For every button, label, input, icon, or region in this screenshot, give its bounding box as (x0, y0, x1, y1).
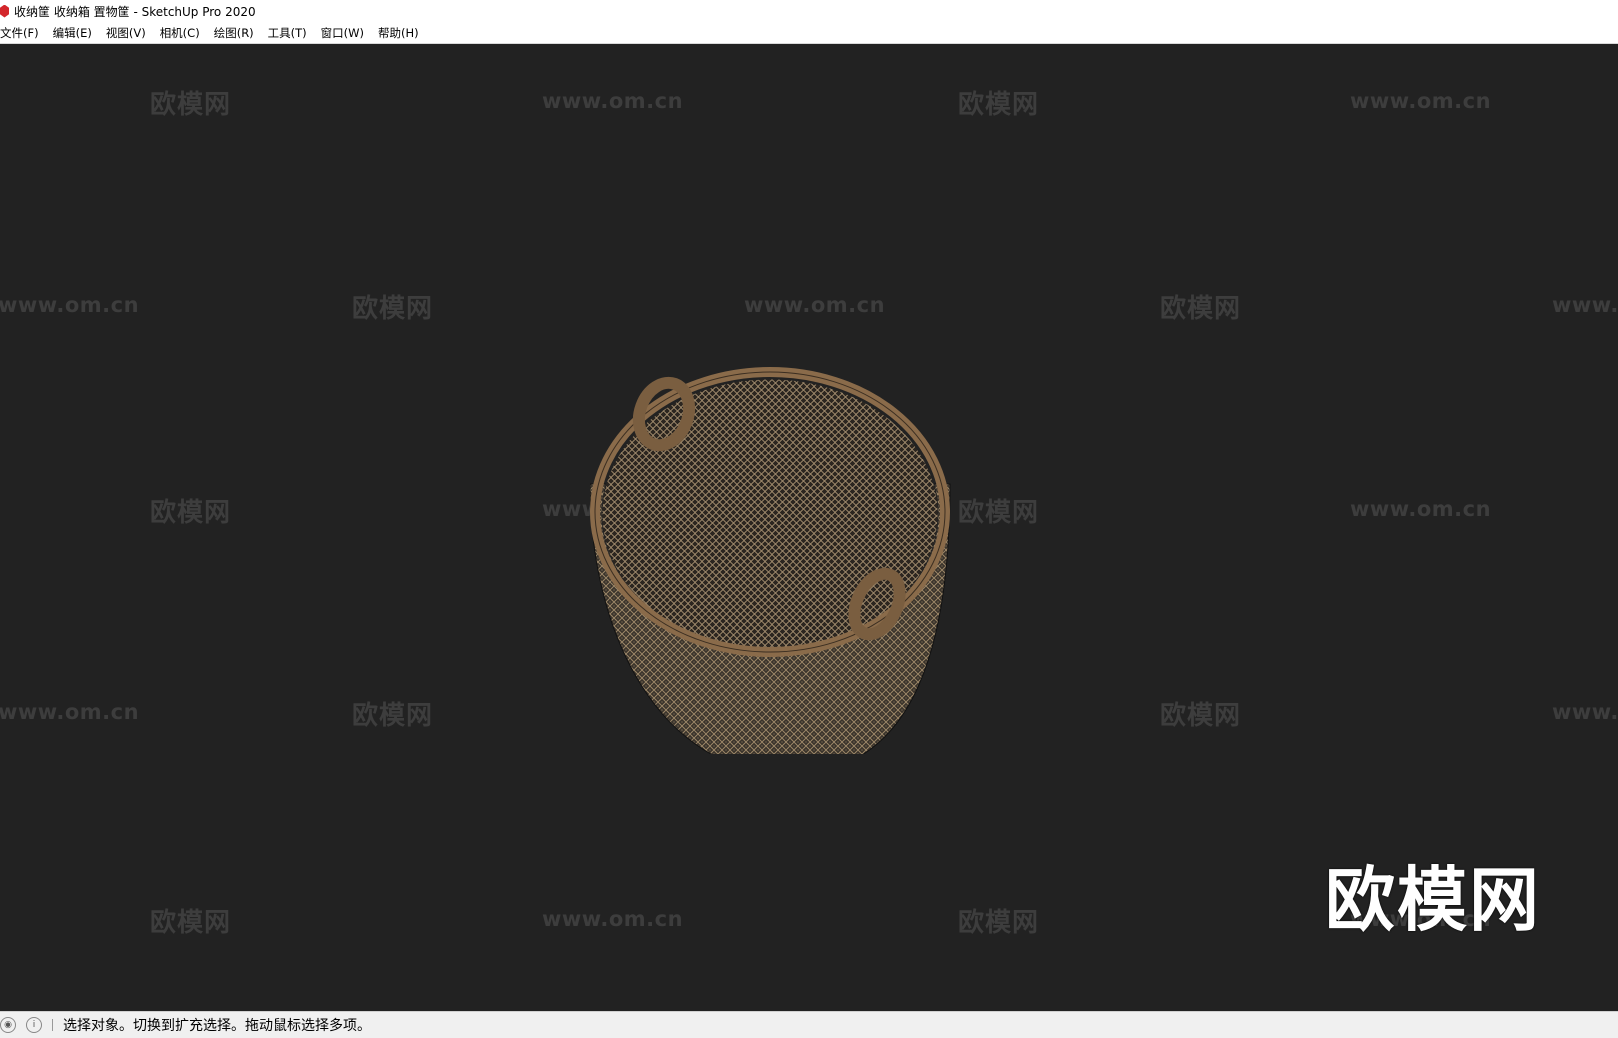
watermark-logo: 欧模网 (958, 908, 1040, 938)
menu-tools[interactable]: 工具(T) (261, 25, 314, 41)
info-icon[interactable]: i (26, 1017, 42, 1033)
watermark-url: www.om.cn (542, 89, 684, 113)
status-separator (52, 1019, 53, 1031)
status-bar: ◉ i 选择对象。切换到扩充选择。拖动鼠标选择多项。 (0, 1011, 1618, 1038)
menu-bar: 文件(F) 编辑(E) 视图(V) 相机(C) 绘图(R) 工具(T) 窗口(W… (0, 22, 1618, 44)
status-message: 选择对象。切换到扩充选择。拖动鼠标选择多项。 (63, 1018, 371, 1034)
3d-viewport[interactable]: 欧模网 www.om.cn 欧模网 www.om.cn www.om.cn 欧模… (0, 44, 1618, 1011)
watermark-url: www.om.cn (542, 907, 684, 931)
watermark-logo: 欧模网 (150, 498, 232, 528)
watermark-url: www.om.cn (1552, 293, 1618, 317)
sketchup-app-icon (0, 4, 9, 18)
watermark-logo: 欧模网 (352, 294, 434, 324)
watermark-url: www.om.cn (1552, 700, 1618, 724)
menu-draw[interactable]: 绘图(R) (207, 25, 261, 41)
watermark-url: www.om.cn (0, 293, 140, 317)
watermark-logo: 欧模网 (150, 90, 232, 120)
watermark-brand-logo: 欧模网 (1325, 859, 1541, 941)
watermark-url: www.om.cn (1350, 497, 1492, 521)
watermark-url: www.om.cn (1350, 89, 1492, 113)
window-title: 收纳筐 收纳箱 置物筐 - SketchUp Pro 2020 (14, 4, 256, 19)
menu-camera[interactable]: 相机(C) (153, 25, 207, 41)
watermark-logo: 欧模网 (958, 90, 1040, 120)
menu-window[interactable]: 窗口(W) (314, 25, 371, 41)
watermark-logo: 欧模网 (150, 908, 232, 938)
watermark-url: www.om.cn (0, 700, 140, 724)
watermark-logo: 欧模网 (352, 701, 434, 731)
watermark-logo: 欧模网 (1160, 701, 1242, 731)
menu-view[interactable]: 视图(V) (99, 25, 153, 41)
watermark-url: www.om.cn (744, 293, 886, 317)
basket-3d-model[interactable] (590, 334, 990, 754)
menu-help[interactable]: 帮助(H) (371, 25, 426, 41)
title-bar: 收纳筐 收纳箱 置物筐 - SketchUp Pro 2020 (0, 0, 1618, 22)
watermark-logo: 欧模网 (1160, 294, 1242, 324)
menu-file[interactable]: 文件(F) (0, 25, 46, 41)
menu-edit[interactable]: 编辑(E) (46, 25, 99, 41)
geo-location-icon[interactable]: ◉ (0, 1017, 16, 1033)
